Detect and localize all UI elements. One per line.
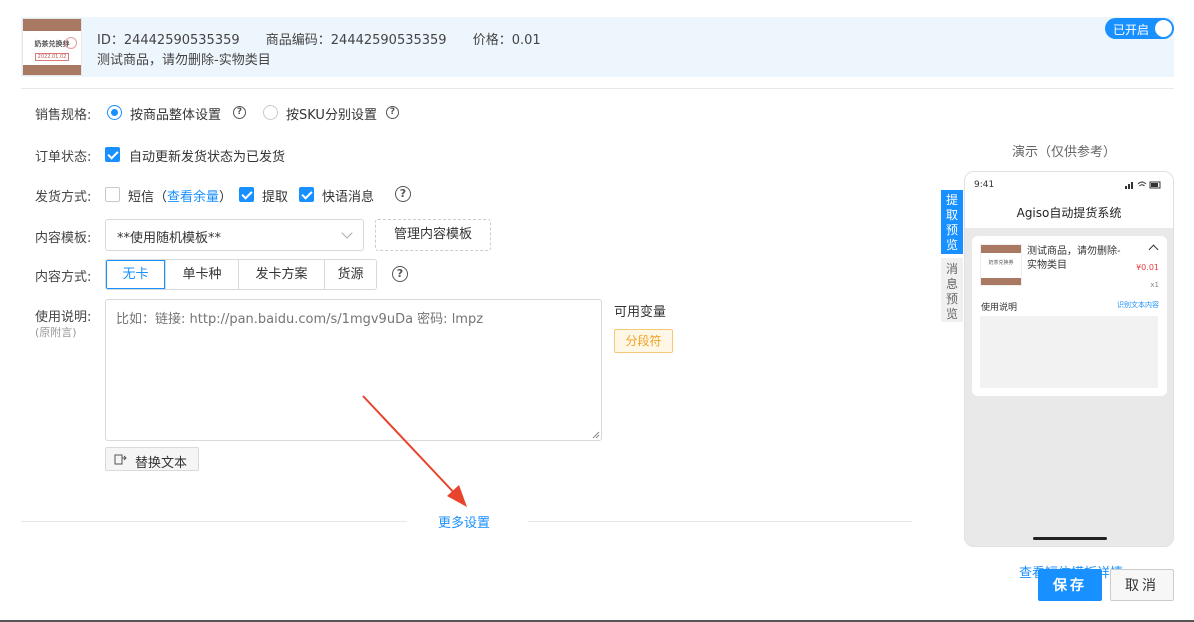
tab-card-plan[interactable]: 发卡方案 — [238, 260, 324, 289]
template-select-value: **使用随机模板** — [117, 231, 222, 246]
replace-text-label: 替换文本 — [135, 456, 188, 471]
chevron-down-icon — [341, 227, 353, 239]
help-icon[interactable]: ? — [392, 266, 408, 282]
product-code: 商品编码：24442590535359 — [265, 33, 447, 48]
tab-no-card[interactable]: 无卡 — [106, 260, 165, 289]
tab-pickup-preview[interactable]: 提取预览 — [941, 190, 963, 254]
product-name: 测试商品，请勿删除-实物类目 — [97, 53, 271, 68]
quick-message-checkbox[interactable] — [299, 187, 314, 202]
template-label: 内容模板: — [35, 231, 92, 246]
enable-toggle[interactable]: 已开启 — [1105, 18, 1174, 39]
manage-template-button[interactable]: 管理内容模板 — [375, 219, 491, 251]
usage-sublabel: (原附言) — [35, 326, 77, 339]
content-mode-tabs: 无卡 单卡种 发卡方案 货源 — [105, 259, 377, 290]
preview-detail-link[interactable]: 识别文本内容 — [1117, 300, 1159, 310]
check-balance-link[interactable]: 查看余量 — [167, 190, 219, 205]
product-id: ID：24442590535359 — [97, 33, 240, 48]
toggle-label: 已开启 — [1113, 23, 1150, 37]
preview-qty: x1 — [1150, 281, 1159, 289]
delivery-label: 发货方式: — [35, 190, 92, 205]
quick-message-label[interactable]: 快语消息 — [322, 186, 374, 205]
radio-whole-product-label[interactable]: 按商品整体设置 — [130, 104, 221, 123]
divider — [21, 88, 1174, 89]
content-mode-label: 内容方式: — [35, 270, 92, 285]
preview-title: 演示（仅供参考） — [1012, 145, 1117, 160]
help-icon[interactable]: ? — [395, 186, 411, 202]
help-icon[interactable]: ? — [386, 106, 399, 119]
chevron-up-icon[interactable] — [1148, 244, 1159, 255]
preview-thumbnail-title: 奶茶兑换券 — [988, 260, 1014, 266]
auto-ship-label[interactable]: 自动更新发货状态为已发货 — [129, 146, 285, 165]
product-price: 价格：0.01 — [472, 33, 541, 48]
order-status-label: 订单状态: — [35, 150, 92, 165]
resize-handle-icon[interactable] — [591, 430, 600, 439]
sms-checkbox[interactable] — [105, 187, 120, 202]
tab-supply[interactable]: 货源 — [324, 260, 376, 289]
thumbnail-date: 2022.01.02 — [35, 53, 69, 61]
auto-ship-checkbox[interactable] — [105, 147, 120, 162]
phone-time: 9:41 — [974, 180, 995, 190]
replace-text-button[interactable]: 替换文本 — [105, 447, 199, 471]
phone-preview: 9:41 Agiso自动提货系统 奶茶兑换券 测试商品，请勿删除-实物类目 ¥0… — [964, 171, 1174, 547]
stamp-icon — [65, 37, 77, 49]
phone-nav-title: Agiso自动提货系统 — [965, 198, 1173, 228]
template-select[interactable]: **使用随机模板** — [105, 219, 364, 251]
tab-message-preview[interactable]: 消息预览 — [941, 258, 963, 322]
sms-close: ） — [219, 190, 233, 205]
variables-title: 可用变量 — [614, 305, 667, 320]
preview-usage-label: 使用说明 — [981, 303, 1018, 313]
toggle-knob — [1155, 20, 1172, 37]
separator-variable-chip[interactable]: 分段符 — [614, 329, 673, 353]
sms-option: 短信（查看余量） — [128, 186, 232, 205]
save-button[interactable]: 保存 — [1038, 569, 1102, 601]
product-thumbnail: 奶茶兑换券 2022.01.02 — [22, 18, 82, 76]
pickup-label[interactable]: 提取 — [262, 186, 288, 205]
preview-thumbnail: 奶茶兑换券 — [980, 244, 1022, 286]
replace-icon — [114, 454, 127, 465]
preview-product-name: 测试商品，请勿删除-实物类目 — [1027, 246, 1121, 271]
preview-usage-content — [980, 316, 1158, 388]
sale-spec-label: 销售规格: — [35, 108, 92, 123]
usage-textarea[interactable] — [105, 299, 602, 441]
usage-label: 使用说明: — [35, 310, 92, 325]
product-meta: ID：24442590535359 商品编码：24442590535359 价格… — [97, 29, 563, 48]
pickup-checkbox[interactable] — [239, 187, 254, 202]
cancel-button[interactable]: 取消 — [1110, 569, 1174, 601]
home-indicator — [1033, 537, 1107, 540]
radio-per-sku[interactable] — [263, 105, 278, 120]
divider — [528, 521, 912, 522]
preview-price: ¥0.01 — [1136, 263, 1159, 272]
product-header: 奶茶兑换券 2022.01.02 ID：24442590535359 商品编码：… — [21, 17, 1174, 77]
radio-per-sku-label[interactable]: 按SKU分别设置 — [286, 104, 377, 123]
radio-whole-product[interactable] — [107, 105, 122, 120]
help-icon[interactable]: ? — [233, 106, 246, 119]
preview-card: 奶茶兑换券 测试商品，请勿删除-实物类目 ¥0.01 x1 使用说明 识别文本内… — [972, 236, 1167, 396]
more-settings-link[interactable]: 更多设置 — [438, 512, 490, 531]
tab-single-card[interactable]: 单卡种 — [165, 260, 238, 289]
divider — [21, 521, 407, 522]
signal-wifi-battery-icon — [1125, 181, 1161, 189]
phone-status-bar: 9:41 — [965, 172, 1173, 198]
sms-label[interactable]: 短信（ — [128, 190, 167, 205]
